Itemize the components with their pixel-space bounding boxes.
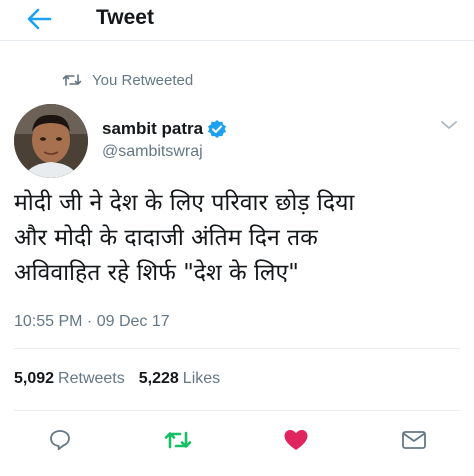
retweet-context-label: You Retweeted (92, 71, 194, 89)
divider (14, 348, 460, 349)
profile-photo (14, 104, 88, 178)
chevron-down-icon (441, 121, 457, 129)
reply-button[interactable] (42, 422, 78, 458)
top-bar: Tweet (0, 0, 474, 41)
tweet-text-line: अविवाहित रहे शिर्फ "देश के लिए" (14, 260, 299, 286)
retweets-stat[interactable]: 5,092 Retweets (14, 370, 125, 388)
verified-badge-icon (208, 120, 227, 138)
back-button[interactable] (24, 6, 54, 32)
author-handle[interactable]: @sambitswraj (102, 143, 203, 161)
page-title: Tweet (96, 6, 154, 29)
avatar[interactable] (14, 104, 88, 178)
likes-count: 5,228 (138, 370, 179, 387)
tweet-stats: 5,092 Retweets 5,228 Likes (14, 370, 234, 388)
retweet-icon (62, 74, 82, 86)
heart-icon (284, 430, 308, 450)
arrow-left-icon (27, 8, 52, 30)
tweet-text-line: और मोदी के दादाजी अंतिम दिन तक (14, 225, 318, 251)
divider (14, 410, 460, 411)
tweet-timestamp[interactable]: 10:55 PM · 09 Dec 17 (14, 313, 170, 331)
author-name: sambit patra (102, 119, 204, 138)
envelope-icon (402, 431, 426, 449)
tweet-text-line: मोदी जी ने देश के लिए परिवार छोड़ दिया (14, 190, 355, 216)
tweet-actions (0, 422, 474, 458)
like-button[interactable] (278, 422, 314, 458)
likes-label: Likes (182, 370, 221, 387)
retweet-button[interactable] (160, 422, 196, 458)
reply-icon (50, 430, 70, 451)
retweet-icon (164, 431, 192, 449)
likes-stat[interactable]: 5,228 Likes (139, 370, 220, 388)
tweet-options-button[interactable] (440, 118, 458, 130)
tweet-text: मोदी जी ने देश के लिए परिवार छोड़ दिया औ… (14, 186, 464, 291)
author-name-row[interactable]: sambit patra (102, 119, 227, 139)
retweets-label: Retweets (58, 370, 125, 387)
retweets-count: 5,092 (14, 370, 55, 387)
retweet-context: You Retweeted (62, 70, 193, 90)
message-button[interactable] (396, 422, 432, 458)
